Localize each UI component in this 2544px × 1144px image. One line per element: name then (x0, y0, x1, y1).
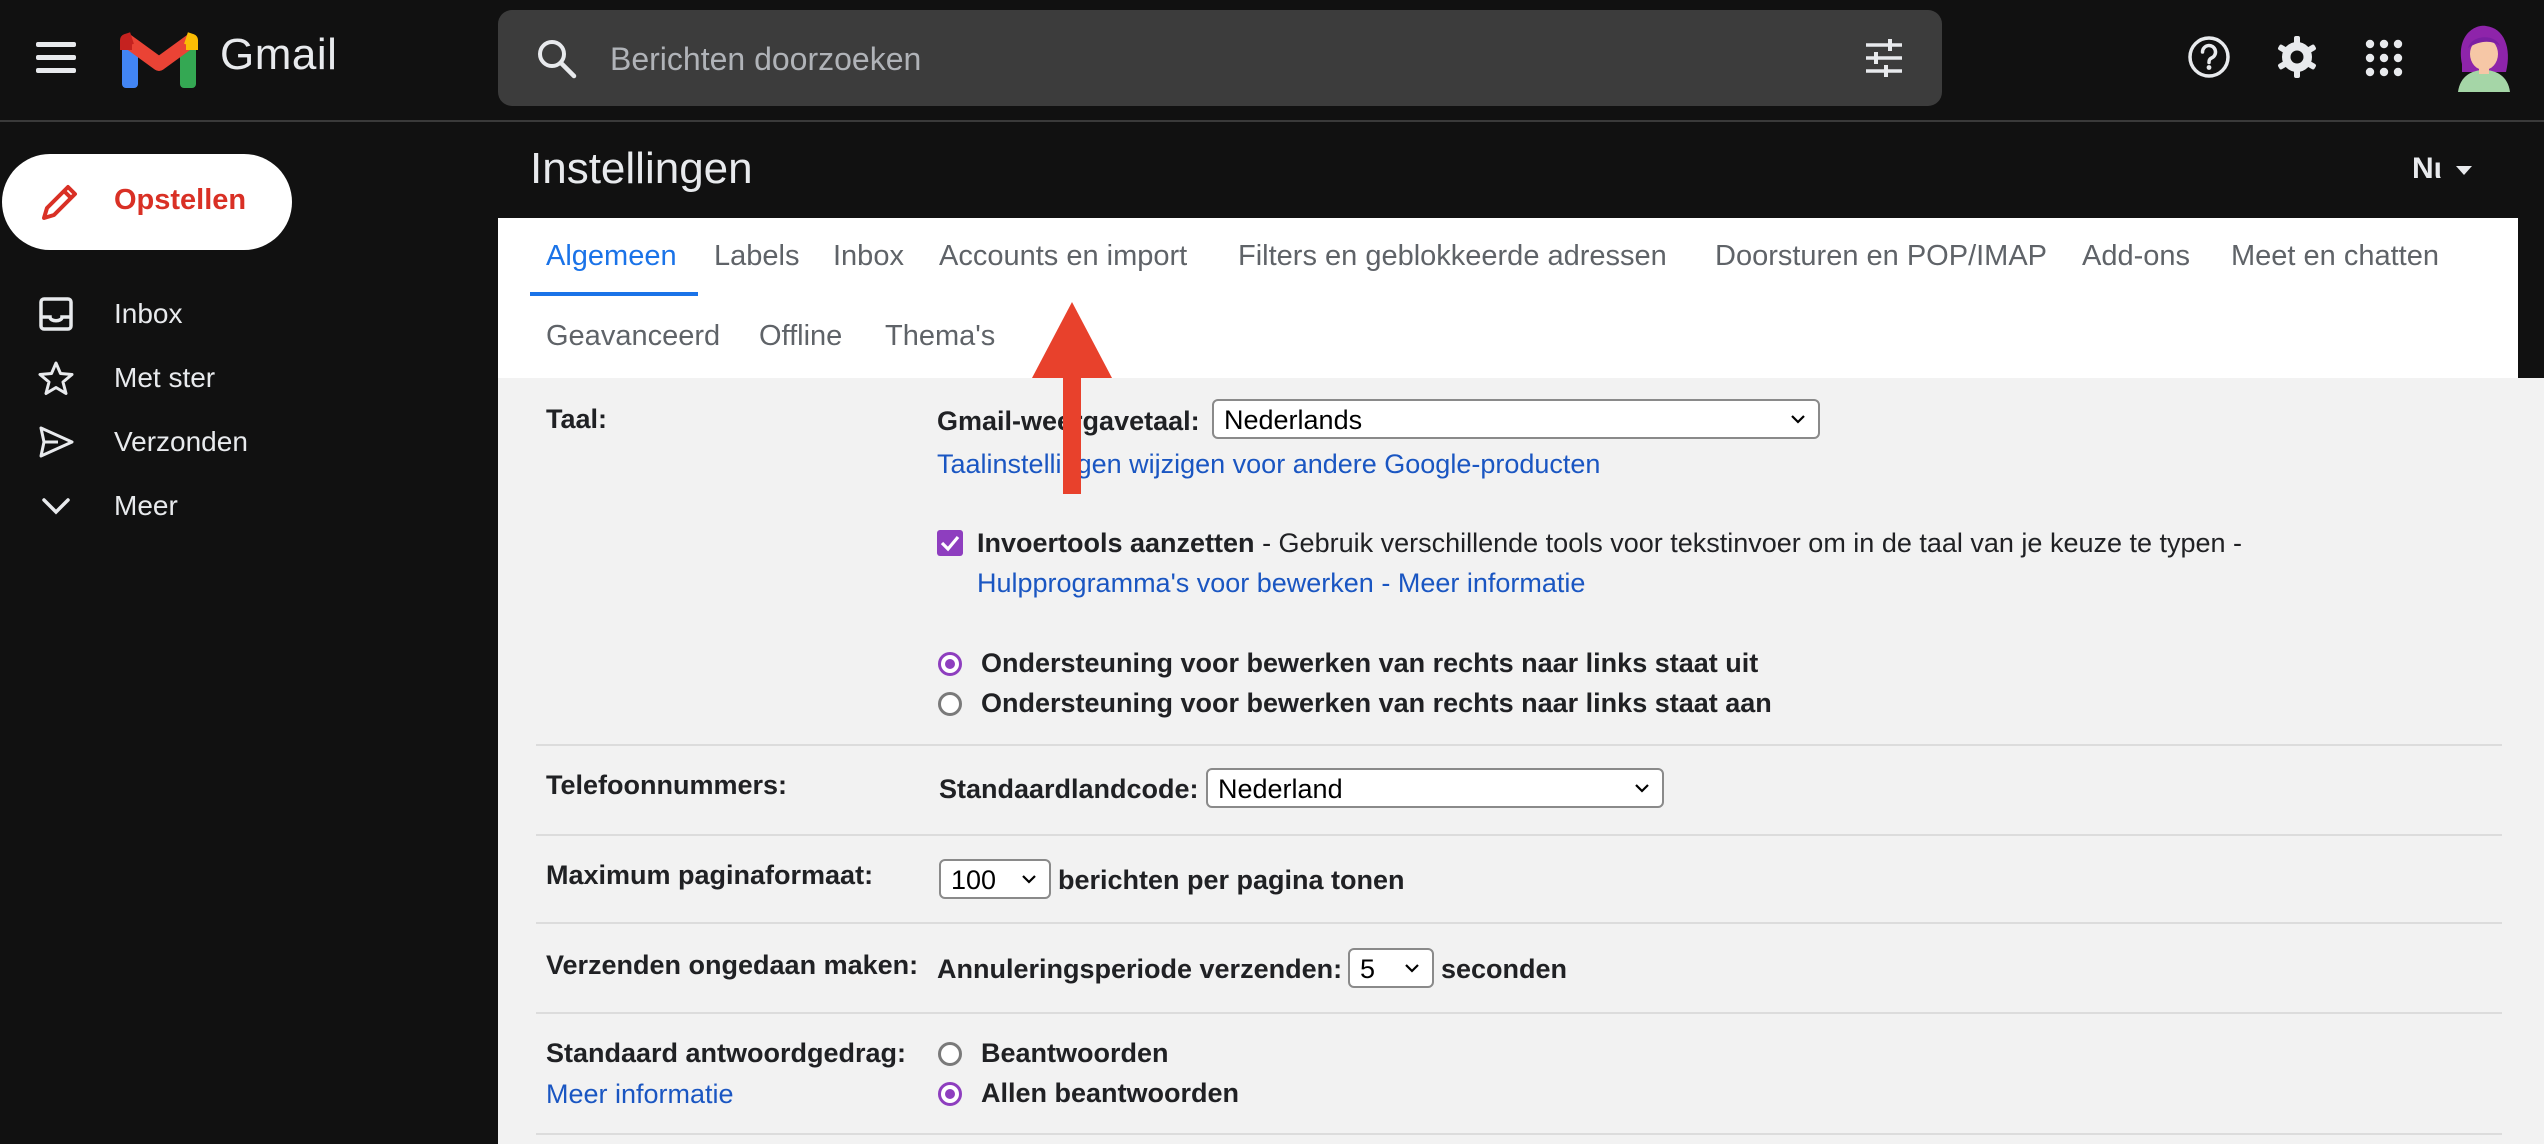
active-tab-indicator (530, 292, 698, 296)
pencil-icon (42, 185, 77, 220)
sidebar-item-label: Meer (114, 490, 178, 521)
chevron-down-icon (1635, 784, 1649, 793)
check-icon (940, 535, 960, 552)
phone-row-label: Telefoonnummers: (546, 770, 788, 800)
edit-tools-link[interactable]: Hulpprogramma's voor bewerken (977, 568, 1374, 598)
undo-send-period-value: 5 (1360, 954, 1376, 984)
chevron-down-icon (1791, 415, 1805, 424)
settings-tabs: Algemeen Labels Inbox Accounts en import… (498, 218, 2518, 378)
language-row-label: Taal: (546, 404, 608, 434)
compose-button[interactable]: Opstellen (2, 154, 292, 250)
sidebar-item-inbox[interactable]: Inbox (0, 286, 480, 342)
language-settings-link[interactable]: Taalinstellingen wijzigen voor andere Go… (937, 449, 1600, 480)
row-divider (536, 1133, 2502, 1135)
star-icon (38, 361, 74, 395)
row-divider (536, 1012, 2502, 1014)
tab-offline[interactable]: Offline (759, 320, 842, 353)
search-icon[interactable] (534, 36, 578, 80)
page-size-select[interactable]: 100 (939, 859, 1051, 899)
rtl-on-label: Ondersteuning voor bewerken van rechts n… (981, 688, 1772, 718)
gmail-logo-icon[interactable] (120, 28, 198, 88)
sidebar-item-starred[interactable]: Met ster (0, 350, 480, 406)
undo-send-period-select[interactable]: 5 (1348, 948, 1434, 988)
undo-send-suffix: seconden (1441, 954, 1568, 984)
rtl-off-radio[interactable] (938, 652, 962, 676)
tab-inbox[interactable]: Inbox (833, 240, 904, 273)
chevron-down-icon (1405, 964, 1419, 973)
tab-general[interactable]: Algemeen (546, 240, 677, 273)
input-language-indicator: Nι (2412, 152, 2442, 185)
tab-accounts-import[interactable]: Accounts en import (939, 240, 1187, 273)
input-tools-toggle[interactable]: Nι (2412, 152, 2472, 186)
page-size-suffix: berichten per pagina tonen (1058, 865, 1405, 895)
tab-forwarding[interactable]: Doorsturen en POP/IMAP (1715, 240, 2047, 273)
tab-themes[interactable]: Thema's (885, 320, 995, 353)
row-divider (536, 922, 2502, 924)
reply-all-radio[interactable] (938, 1082, 962, 1106)
more-info-link[interactable]: Meer informatie (1398, 568, 1586, 598)
reply-all-label: Allen beantwoorden (981, 1078, 1240, 1108)
country-code-label: Standaardlandcode: (939, 774, 1199, 804)
send-icon (39, 426, 74, 458)
input-tools-text: Invoertools aanzetten - Gebruik verschil… (977, 528, 2242, 559)
sidebar-item-label: Inbox (114, 298, 183, 329)
link-separator: - (1373, 568, 1398, 598)
sidebar-item-label: Met ster (114, 362, 216, 393)
search-input[interactable] (608, 28, 1812, 90)
row-divider (536, 744, 2502, 746)
input-tools-description: - Gebruik verschillende tools voor tekst… (1254, 528, 2243, 558)
annotation-arrow-shaft (1063, 376, 1081, 494)
sidebar-item-sent[interactable]: Verzonden (0, 414, 480, 470)
tab-labels[interactable]: Labels (714, 240, 799, 273)
reply-radio[interactable] (938, 1042, 962, 1066)
display-language-select[interactable]: Nederlands (1212, 399, 1820, 439)
sidebar-item-more[interactable]: Meer (0, 478, 480, 534)
undo-send-period-label: Annuleringsperiode verzenden: (937, 954, 1343, 984)
search-bar[interactable] (498, 10, 1942, 106)
input-tools-links: Hulpprogramma's voor bewerken - Meer inf… (977, 568, 1585, 599)
input-tools-checkbox[interactable] (937, 530, 963, 556)
country-code-select[interactable]: Nederland (1206, 768, 1664, 808)
tab-meet-chat[interactable]: Meet en chatten (2231, 240, 2439, 273)
undo-send-row-label: Verzenden ongedaan maken: (546, 950, 919, 980)
settings-panel (498, 378, 2544, 1144)
compose-label: Opstellen (114, 184, 247, 216)
rtl-on-radio[interactable] (938, 692, 962, 716)
page-size-row-label: Maximum paginaformaat: (546, 860, 874, 890)
page-size-value: 100 (951, 865, 997, 895)
tab-advanced[interactable]: Geavanceerd (546, 320, 720, 353)
caret-down-icon (2456, 165, 2472, 175)
input-tools-label: Invoertools aanzetten (977, 528, 1255, 558)
rtl-off-label: Ondersteuning voor bewerken van rechts n… (981, 648, 1759, 678)
chevron-down-icon (42, 498, 70, 515)
app-name: Gmail (220, 30, 338, 79)
tab-addons[interactable]: Add-ons (2082, 240, 2190, 273)
reply-more-info-link[interactable]: Meer informatie (546, 1079, 734, 1110)
tab-filters[interactable]: Filters en geblokkeerde adressen (1238, 240, 1667, 273)
reply-behavior-row-label: Standaard antwoordgedrag: (546, 1038, 907, 1068)
sidebar-item-label: Verzonden (114, 426, 248, 457)
apps-grid-icon[interactable] (2364, 38, 2404, 78)
gear-icon[interactable] (2274, 34, 2320, 80)
country-code-value: Nederland (1218, 774, 1343, 804)
display-language-value: Nederlands (1224, 405, 1363, 435)
reply-label: Beantwoorden (981, 1038, 1169, 1068)
main-menu-icon[interactable] (36, 40, 78, 76)
page-title: Instellingen (530, 144, 753, 193)
chevron-down-icon (1022, 875, 1036, 884)
search-options-icon[interactable] (1862, 36, 1906, 80)
row-divider (536, 834, 2502, 836)
annotation-arrow-head (1032, 302, 1112, 378)
avatar[interactable] (2452, 24, 2514, 92)
inbox-icon (39, 297, 73, 331)
help-icon[interactable] (2186, 34, 2232, 80)
top-bar: Gmail (0, 0, 2544, 122)
